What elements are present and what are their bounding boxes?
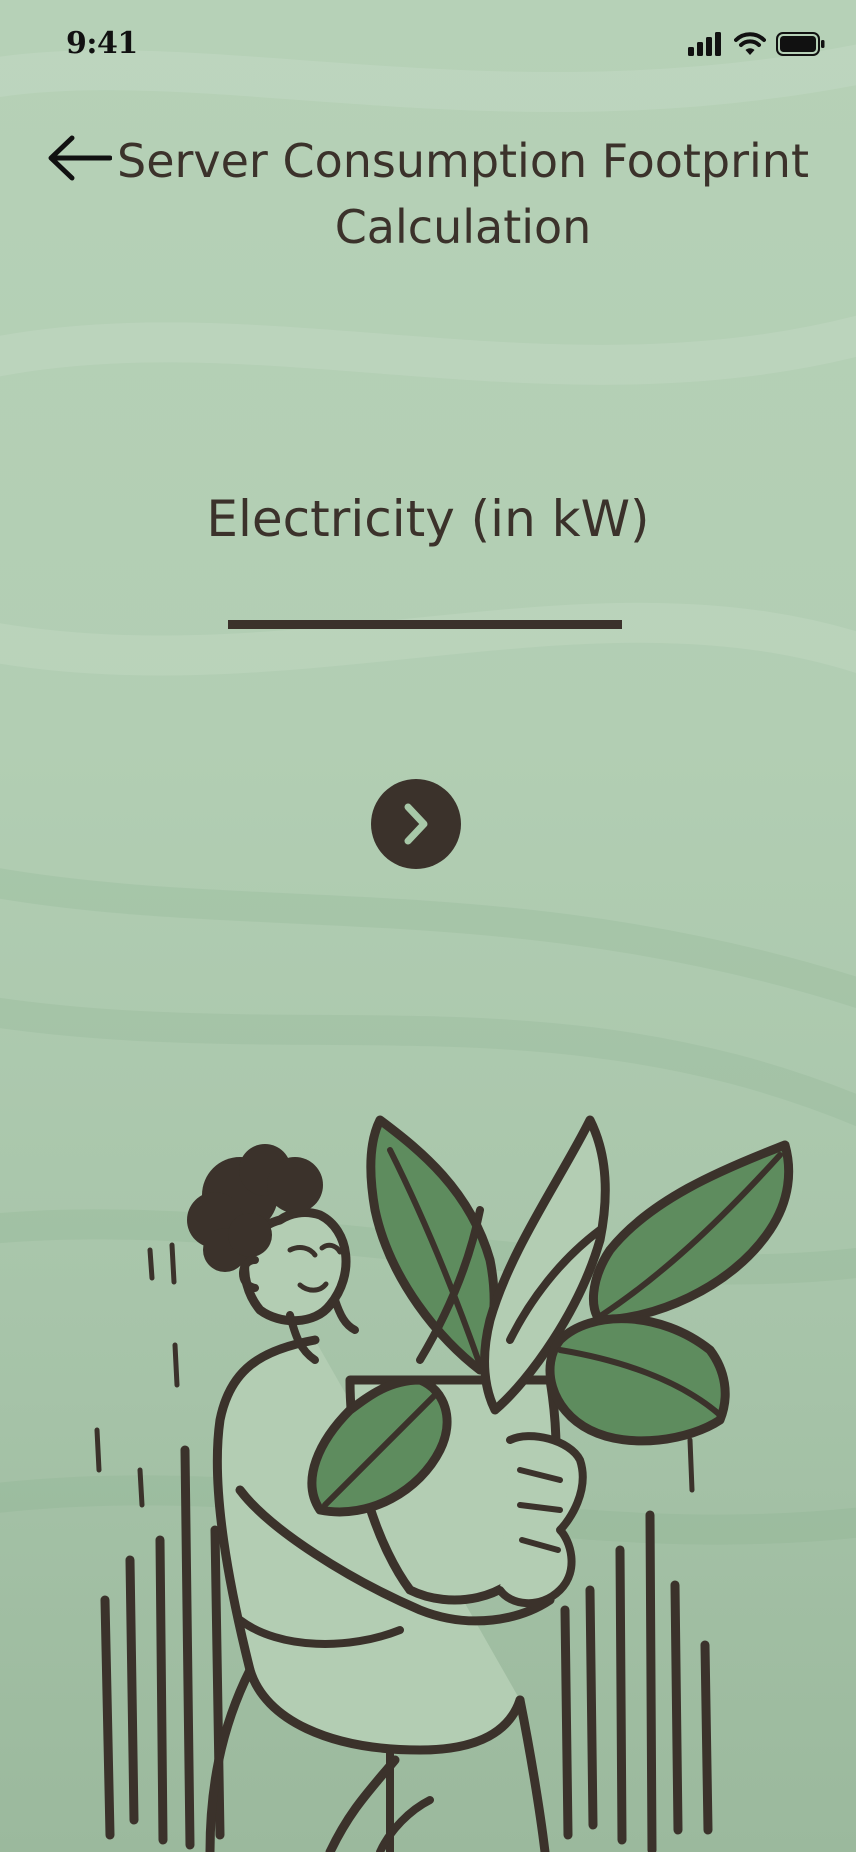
chevron-right-icon [404,803,428,845]
person-holding-plant-illustration [94,1115,794,1852]
status-bar: 9:41 [0,0,856,100]
page-title: Server Consumption Footprint Calculation [117,134,809,254]
status-time: 9:41 [66,26,138,61]
next-button[interactable] [371,779,461,869]
arrow-left-icon [48,135,112,181]
status-icons [688,32,826,60]
battery-icon [776,32,826,60]
cellular-signal-icon [688,32,724,60]
wifi-icon [734,32,766,60]
electricity-field-label: Electricity (in kW) [206,490,650,548]
back-button[interactable] [44,132,114,184]
electricity-input[interactable] [228,560,622,629]
